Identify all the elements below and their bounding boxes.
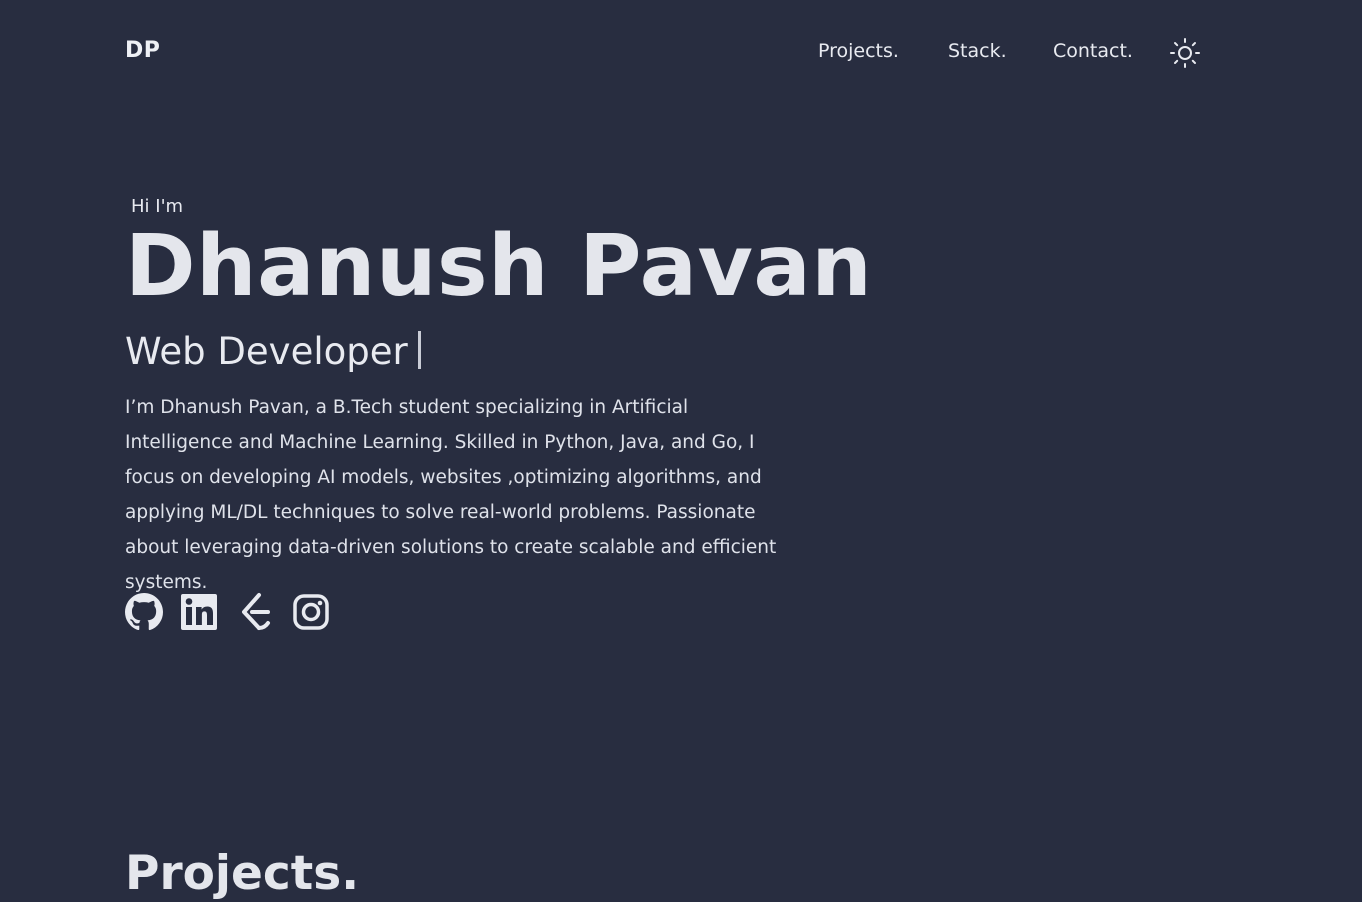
leetcode-icon <box>242 593 270 630</box>
leetcode-link[interactable] <box>236 592 274 632</box>
hero-role-text: Web Developer <box>125 330 408 373</box>
linkedin-link[interactable] <box>180 592 218 632</box>
hero-greeting: Hi I'm <box>131 196 184 217</box>
github-icon <box>125 593 163 631</box>
sun-icon <box>1170 38 1200 68</box>
theme-toggle-button[interactable] <box>1169 37 1201 69</box>
hero-bio: I’m Dhanush Pavan, a B.Tech student spec… <box>125 397 777 593</box>
hero-name: Dhanush Pavan <box>125 217 873 316</box>
site-header: DP Projects. Stack. Contact. <box>0 0 1362 106</box>
instagram-icon <box>293 594 329 630</box>
typing-cursor <box>417 331 421 369</box>
hero-role: Web Developer <box>125 330 421 374</box>
nav-projects-link[interactable]: Projects. <box>818 40 899 62</box>
projects-section-title: Projects. <box>125 846 360 901</box>
linkedin-icon <box>181 594 217 630</box>
nav-contact-link[interactable]: Contact. <box>1053 40 1133 62</box>
instagram-link[interactable] <box>292 592 330 632</box>
nav-stack-link[interactable]: Stack. <box>948 40 1007 62</box>
github-link[interactable] <box>125 592 163 632</box>
site-logo[interactable]: DP <box>125 38 160 63</box>
